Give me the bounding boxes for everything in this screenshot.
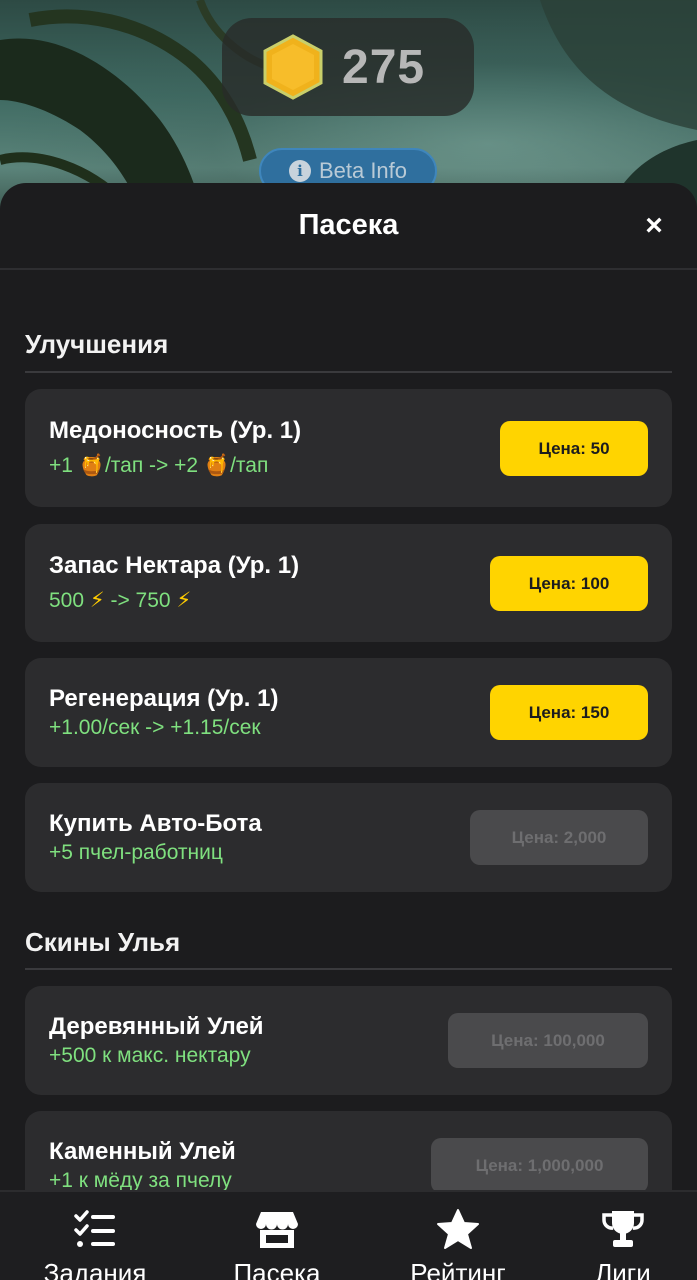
section-title-upgrades: Улучшения: [25, 329, 169, 359]
upgrade-name: Регенерация (Ур. 1): [49, 685, 279, 712]
nav-label: Лиги: [595, 1258, 651, 1280]
upgrade-card-autobot: Купить Авто-Бота +5 пчел-работниц Цена: …: [25, 783, 672, 892]
upgrade-card-honey: Медоносность (Ур. 1) +1 🍯/тап -> +2 🍯/та…: [25, 389, 672, 507]
nav-item-leagues[interactable]: Лиги: [536, 1192, 697, 1280]
nav-label: Задания: [43, 1258, 147, 1280]
bottom-nav: Задания Пасека Рейтинг Лиги: [0, 1190, 697, 1280]
buy-button[interactable]: Цена: 2,000: [470, 810, 648, 865]
balance-display: 275: [222, 18, 474, 116]
trophy-icon: [602, 1211, 644, 1247]
divider: [25, 371, 672, 373]
buy-button[interactable]: Цена: 150: [490, 685, 648, 740]
upgrade-name: Медоносность (Ур. 1): [49, 417, 302, 444]
sheet-title: Пасека: [298, 209, 399, 241]
buy-button[interactable]: Цена: 100,000: [448, 1013, 648, 1068]
skin-card-wooden: Деревянный Улей +500 к макс. нектару Цен…: [25, 986, 672, 1095]
upgrade-desc: +1.00/сек -> +1.15/сек: [49, 716, 261, 739]
honey-pot-icon: 🍯: [203, 453, 231, 477]
upgrade-desc: +1 🍯/тап -> +2 🍯/тап: [49, 453, 269, 477]
buy-button[interactable]: Цена: 1,000,000: [431, 1138, 648, 1193]
honey-pot-icon: 🍯: [78, 453, 105, 477]
task-list-icon: [74, 1210, 115, 1247]
skin-desc: +500 к макс. нектару: [49, 1044, 251, 1067]
nav-label: Пасека: [233, 1258, 321, 1280]
lightning-icon: ⚡: [89, 588, 105, 612]
nav-item-tasks[interactable]: Задания: [8, 1192, 182, 1280]
buy-button[interactable]: Цена: 50: [500, 421, 648, 476]
upgrade-card-regen: Регенерация (Ур. 1) +1.00/сек -> +1.15/с…: [25, 658, 672, 767]
beta-info-label: Beta Info: [318, 158, 408, 183]
close-icon[interactable]: ×: [641, 211, 667, 241]
upgrade-card-nectar: Запас Нектара (Ур. 1) 500 ⚡ -> 750 ⚡ Цен…: [25, 524, 672, 642]
honeycomb-coin-icon: [263, 34, 323, 100]
skin-name: Деревянный Улей: [49, 1013, 264, 1040]
lightning-icon: ⚡: [176, 588, 192, 612]
apiary-sheet: Пасека × Улучшения Медоносность (Ур. 1) …: [0, 183, 697, 1280]
star-icon: [437, 1209, 479, 1249]
sheet-header: Пасека ×: [0, 183, 697, 270]
info-icon: i: [288, 160, 311, 182]
upgrade-name: Купить Авто-Бота: [49, 810, 262, 837]
nav-item-apiary[interactable]: Пасека: [190, 1192, 364, 1280]
upgrade-name: Запас Нектара (Ур. 1): [49, 552, 300, 579]
skin-name: Каменный Улей: [49, 1138, 236, 1165]
shop-icon: [256, 1212, 298, 1248]
upgrade-desc: +5 пчел-работниц: [49, 841, 223, 864]
buy-button[interactable]: Цена: 100: [490, 556, 648, 611]
nav-item-rating[interactable]: Рейтинг: [371, 1192, 545, 1280]
divider: [25, 968, 672, 970]
upgrade-desc: 500 ⚡ -> 750 ⚡: [49, 588, 192, 612]
nav-label: Рейтинг: [410, 1258, 506, 1280]
section-title-skins: Скины Улья: [25, 927, 181, 957]
balance-value: 275: [342, 40, 426, 94]
